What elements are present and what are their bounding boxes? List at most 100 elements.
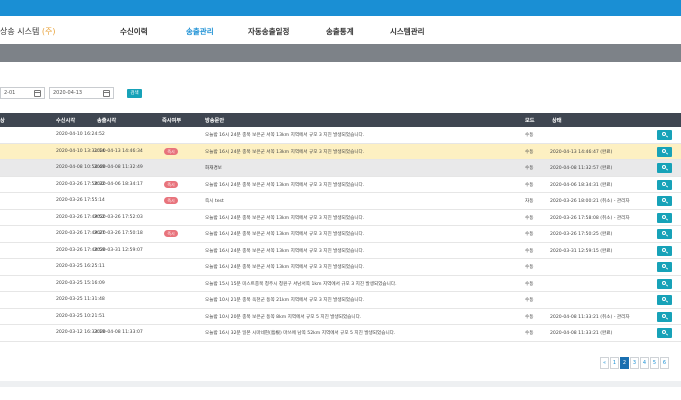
pagination-page[interactable]: 3 xyxy=(630,357,639,369)
view-detail-button[interactable] xyxy=(657,245,672,256)
view-detail-button[interactable] xyxy=(657,196,672,206)
footer-divider xyxy=(0,381,681,387)
pagination-page[interactable]: 5 xyxy=(650,357,659,369)
pagination-page[interactable]: 1 xyxy=(610,357,619,369)
col-header-status: 상태 xyxy=(552,118,562,124)
header: 상송 시스템 (주) 수신이력 송출관리 자동송출일정 송출통계 시스템관리 xyxy=(0,16,681,46)
status-cell: 2020-03-26 17:50:25 (완료) xyxy=(550,232,613,237)
search-icon xyxy=(662,148,666,153)
view-detail-button[interactable] xyxy=(657,146,672,157)
nav-item-auto-schedule[interactable]: 자동송출일정 xyxy=(248,26,289,37)
nav-item-receive-history[interactable]: 수신이력 xyxy=(120,26,148,37)
message-cell: 오늘밤 10시 20분 충북 보은군 동쪽 8km 지역에서 규모 5 지진 발… xyxy=(205,314,362,320)
search-icon xyxy=(662,165,666,169)
search-icon xyxy=(662,132,666,136)
table-row[interactable]: 2020-03-25 10:21:51 오늘밤 10시 20분 충북 보은군 동쪽… xyxy=(0,308,681,325)
status-cell: 2020-04-08 11:33:21 (완료) xyxy=(550,331,613,336)
calendar-icon[interactable] xyxy=(34,90,41,97)
view-detail-button[interactable] xyxy=(657,295,672,305)
search-icon xyxy=(662,198,666,202)
table-row[interactable]: 2020-03-26 17:49:52 2020-03-26 17:52:03 오늘… xyxy=(0,209,681,226)
nav-item-broadcast-stats[interactable]: 송출통계 xyxy=(326,26,354,37)
immediate-badge: 즉시 xyxy=(164,147,178,155)
main-nav: 수신이력 송출관리 자동송출일정 송출통계 시스템관리 xyxy=(0,26,681,44)
view-detail-button[interactable] xyxy=(657,163,672,173)
message-cell: 오늘밤 16시 24분 충북 보은군 서쪽 13km 지역에서 규모 3 지진 … xyxy=(205,149,365,155)
col-header-sent-at: 송출시각 xyxy=(97,118,117,124)
mode-cell: 수동 xyxy=(525,265,534,270)
message-cell: 오늘밤 16시 24분 충북 보은군 서쪽 13km 지역에서 규모 3 지진 … xyxy=(205,182,365,188)
status-cell: 2020-04-13 14:46:47 (완료) xyxy=(550,149,613,155)
message-cell: 오늘밤 16시 24분 충북 보은군 서쪽 13km 지역에서 규모 3 지진 … xyxy=(205,215,365,221)
immediate-badge: 즉시 xyxy=(164,180,178,188)
view-detail-button[interactable] xyxy=(657,212,672,223)
search-icon xyxy=(662,264,666,268)
col-header-immediate: 즉시여부 xyxy=(162,118,182,124)
pagination-prev[interactable]: « xyxy=(600,357,609,369)
received-at-cell: 2020-03-25 16:25:11 xyxy=(56,264,105,269)
received-at-cell: 2020-04-10 16:24:52 xyxy=(56,132,105,137)
mode-cell: 수동 xyxy=(525,281,534,287)
pagination-page[interactable]: 6 xyxy=(660,357,669,369)
nav-item-broadcast-manage[interactable]: 송출관리 xyxy=(186,26,214,37)
table-row[interactable]: 2020-03-25 11:31:48 오늘밤 10시 21분 충북 옥천군 동쪽… xyxy=(0,292,681,309)
date-to-field[interactable]: 2020-04-13 xyxy=(49,87,114,99)
status-cell: 2020-03-26 17:58:08 (취소) - 관리자 xyxy=(550,215,630,221)
pagination-page[interactable]: 2 xyxy=(620,357,629,369)
view-detail-button[interactable] xyxy=(657,229,672,239)
sent-at-cell: 2020-03-31 12:59:07 xyxy=(94,247,143,253)
view-detail-button[interactable] xyxy=(657,130,672,140)
calendar-icon[interactable] xyxy=(103,90,110,97)
col-header-received-at: 수신시각 xyxy=(56,118,76,124)
message-cell: 오늘밤 16시 32분 일본 시마네현(島根) 마쓰에 남쪽 52km 지역에서… xyxy=(205,331,396,336)
received-at-cell: 2020-03-25 15:16:09 xyxy=(56,280,105,286)
sent-at-cell: 2020-03-26 17:52:03 xyxy=(94,214,143,220)
table-row[interactable]: 2020-03-26 17:58:32 2020-04-06 18:34:17 즉시… xyxy=(0,176,681,193)
table-row[interactable]: 2020-04-08 10:54:49 2020-04-08 11:32:49 화재… xyxy=(0,160,681,177)
status-cell: 2020-04-06 18:34:31 (완료) xyxy=(550,182,613,188)
search-icon xyxy=(662,247,666,252)
immediate-badge: 즉시 xyxy=(164,197,178,204)
message-cell: 오늘밤 10시 21분 충북 옥천군 동쪽 21km 지역에서 규모 3 지진 … xyxy=(205,298,365,303)
mode-cell: 수동 xyxy=(525,314,534,320)
immediate-badge: 즉시 xyxy=(164,230,178,237)
table-row[interactable]: 2020-03-26 17:48:59 2020-03-31 12:59:07 오늘… xyxy=(0,242,681,259)
date-to-value: 2020-04-13 xyxy=(53,90,83,96)
search-icon xyxy=(662,313,666,318)
sent-at-cell: 2020-04-08 11:32:49 xyxy=(94,165,143,170)
table-row[interactable]: 2020-03-12 16:33:19 2020-04-08 11:33:07 오늘… xyxy=(0,325,681,342)
mode-cell: 수동 xyxy=(525,248,534,254)
mode-cell: 수동 xyxy=(525,215,534,221)
pagination-page[interactable]: 4 xyxy=(640,357,649,369)
table-row[interactable]: 2020-03-26 17:49:27 2020-03-26 17:50:18 즉시… xyxy=(0,226,681,243)
search-icon xyxy=(662,280,666,285)
mode-cell: 수동 xyxy=(525,298,534,303)
search-icon xyxy=(662,214,666,219)
mode-cell: 수동 xyxy=(525,232,534,237)
top-accent-bar xyxy=(0,0,681,16)
mode-cell: 수동 xyxy=(525,331,534,336)
table-row[interactable]: 2020-03-25 15:16:09 오늘밤 15시 15분 미스트충북 청주시… xyxy=(0,275,681,292)
view-detail-button[interactable] xyxy=(657,311,672,322)
search-icon xyxy=(662,181,666,186)
table-row[interactable]: 2020-04-10 16:24:52 오늘밤 16시 24분 충북 보은군 서쪽… xyxy=(0,127,681,144)
table-row[interactable]: 2020-03-25 16:25:11 오늘밤 16시 24분 충북 보은군 서쪽… xyxy=(0,259,681,276)
date-from-value: 2-01 xyxy=(4,90,16,96)
col-header-state: 상 xyxy=(0,118,5,124)
date-from-field[interactable]: 2-01 xyxy=(0,87,45,99)
view-detail-button[interactable] xyxy=(657,179,672,190)
sub-header-bar xyxy=(0,44,681,62)
search-button[interactable]: 검색 xyxy=(127,89,142,98)
message-cell: 오늘밤 16시 24분 충북 보은군 서쪽 13km 지역에서 규모 3 지진 … xyxy=(205,248,365,254)
table-row[interactable]: 2020-03-26 17:55:14 즉시 즉시 test 자동 2020-03-26… xyxy=(0,193,681,210)
nav-item-system-manage[interactable]: 시스템관리 xyxy=(390,26,425,37)
message-cell: 오늘밤 15시 15분 미스트충북 청주시 청원구 서남서쪽 1km 지역에서 … xyxy=(205,281,397,287)
view-detail-button[interactable] xyxy=(657,262,672,272)
table-row[interactable]: 2020-04-10 13:31:14 2020-04-13 14:46:34 즉시… xyxy=(0,143,681,160)
message-cell: 오늘밤 16시 24분 충북 보은군 서쪽 13km 지역에서 규모 3 지진 … xyxy=(205,133,365,138)
sent-at-cell: 2020-04-08 11:33:07 xyxy=(94,330,143,335)
view-detail-button[interactable] xyxy=(657,328,672,338)
col-header-message: 방송문안 xyxy=(205,118,225,124)
message-cell: 오늘밤 16시 24분 충북 보은군 서쪽 13km 지역에서 규모 3 지진 … xyxy=(205,232,365,237)
view-detail-button[interactable] xyxy=(657,278,672,289)
